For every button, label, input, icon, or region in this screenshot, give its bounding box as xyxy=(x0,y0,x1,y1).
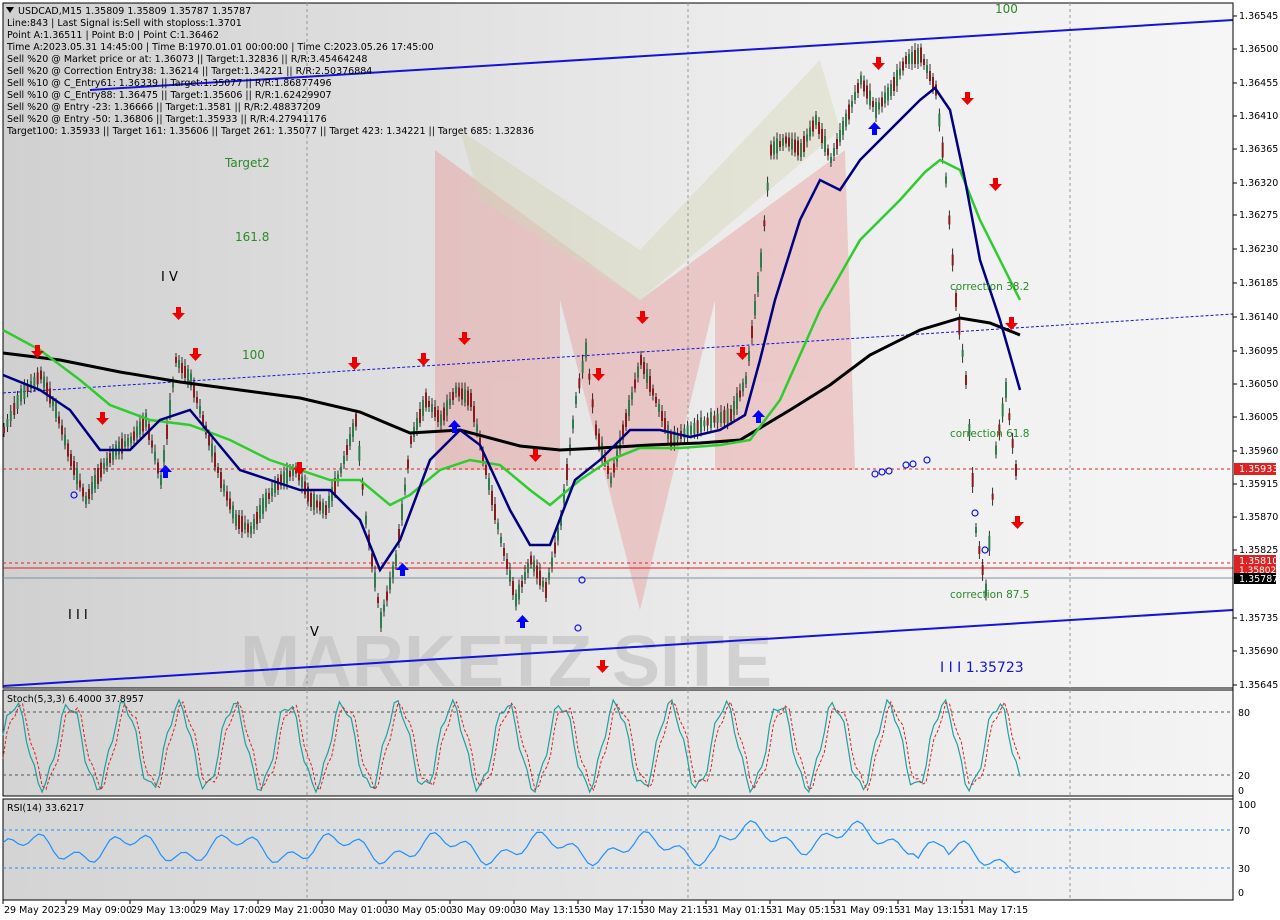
price-tick-label: 1.36545 xyxy=(1239,11,1278,22)
price-tick-label: 1.35645 xyxy=(1239,680,1278,691)
price-tick-label: 1.36050 xyxy=(1239,379,1278,390)
fib-1618-label: 161.8 xyxy=(235,230,269,244)
price-tick-label: 1.36140 xyxy=(1239,312,1278,323)
stoch-label: Stoch(5,3,3) 6.4000 37.8957 xyxy=(7,694,144,705)
time-tick-label: 30 May 13:15 xyxy=(515,905,580,916)
wave-iii-label: I I I xyxy=(68,608,88,623)
price-tick-label: 1.36095 xyxy=(1239,346,1278,357)
time-tick-label: 29 May 17:00 xyxy=(195,905,260,916)
wave-iv-label: I V xyxy=(161,270,178,285)
wave-iii-price-label: I I I 1.35723 xyxy=(940,660,1024,676)
fib-100-top-label: 100 xyxy=(995,2,1018,16)
info-line: Time A:2023.05.31 14:45:00 | Time B:1970… xyxy=(6,42,434,53)
info-line: Target100: 1.35933 || Target 161: 1.3560… xyxy=(6,126,534,137)
price-tick-label: 1.35915 xyxy=(1239,479,1278,490)
price-tick-label: 1.35870 xyxy=(1239,512,1278,523)
price-axis: 1.36545 1.36500 1.36455 1.36410 1.36365 1.363… xyxy=(1232,3,1278,900)
time-tick-label: 30 May 01:00 xyxy=(323,905,388,916)
time-tick-label: 29 May 2023 xyxy=(4,905,66,916)
info-line: Sell %20 @ Correction Entry38: 1.36214 |… xyxy=(7,66,372,77)
time-tick-label: 29 May 13:00 xyxy=(131,905,196,916)
price-tick-label: 1.36275 xyxy=(1239,210,1278,221)
stoch-level-80-label: 80 xyxy=(1238,708,1250,719)
info-line: Sell %20 @ Market price or at: 1.36073 |… xyxy=(7,54,367,65)
stoch-level-20-label: 20 xyxy=(1238,771,1250,782)
price-tick-label: 1.35825 xyxy=(1239,545,1278,556)
info-line: Point A:1.36511 | Point B:0 | Point C:1.… xyxy=(7,30,219,41)
correction-382-label: correction 38.2 xyxy=(950,281,1029,293)
price-tick-label: 1.36230 xyxy=(1239,244,1278,255)
rsi-level-70-label: 70 xyxy=(1238,826,1250,837)
price-tick-label: 1.36410 xyxy=(1239,111,1278,122)
price-tick-label: 1.36500 xyxy=(1239,44,1278,55)
price-tick-label: 1.35690 xyxy=(1239,646,1278,657)
info-line: Sell %10 @ C_Entry61: 1.36339 || Target:… xyxy=(7,78,332,89)
target2-label: Target2 xyxy=(224,156,270,170)
stoch-panel[interactable] xyxy=(2,689,1234,797)
time-tick-label: 31 May 01:15 xyxy=(707,905,772,916)
time-tick-label: 29 May 21:00 xyxy=(259,905,324,916)
time-tick-label: 30 May 17:15 xyxy=(579,905,644,916)
time-axis: 29 May 2023 29 May 09:0029 May 13:0029 Ma… xyxy=(2,900,1028,916)
time-tick-label: 31 May 09:15 xyxy=(835,905,900,916)
info-line: Line:843 | Last Signal is:Sell with stop… xyxy=(7,18,242,29)
fib-100-label: 100 xyxy=(242,348,265,362)
info-line: USDCAD,M15 1.35809 1.35809 1.35787 1.357… xyxy=(18,6,251,17)
price-tick-label: 1.36455 xyxy=(1239,78,1278,89)
time-tick-label: 30 May 21:15 xyxy=(643,905,708,916)
price-tick-label: 1.35960 xyxy=(1239,446,1278,457)
price-tick-label: 1.36005 xyxy=(1239,412,1278,423)
info-line: Sell %20 @ Entry -23: 1.36666 || Target:… xyxy=(7,102,321,113)
rsi-level-0-label: 0 xyxy=(1238,888,1244,899)
rsi-level-30-label: 30 xyxy=(1238,864,1250,875)
price-tick-label: 1.36365 xyxy=(1239,144,1278,155)
time-tick-label: 29 May 09:00 xyxy=(67,905,132,916)
time-tick-label: 30 May 05:00 xyxy=(387,905,452,916)
time-tick-label: 31 May 05:15 xyxy=(771,905,836,916)
stoch-level-0-label: 0 xyxy=(1238,786,1244,797)
badge-current-price-text: 1.35787 xyxy=(1239,574,1278,585)
time-tick-label: 31 May 13:15 xyxy=(899,905,964,916)
rsi-label: RSI(14) 33.6217 xyxy=(7,803,84,814)
rsi-level-100-label: 100 xyxy=(1238,800,1256,811)
time-tick-label: 30 May 09:00 xyxy=(451,905,516,916)
badge-red-level-text: 1.35933 xyxy=(1239,464,1278,475)
info-line: Sell %20 @ Entry -50: 1.36806 || Target:… xyxy=(7,114,327,125)
time-tick-label: 31 May 17:15 xyxy=(963,905,1028,916)
price-tick-label: 1.35735 xyxy=(1239,613,1278,624)
correction-618-label: correction 61.8 xyxy=(950,428,1029,440)
price-tick-label: 1.36185 xyxy=(1239,278,1278,289)
wave-v-label: V xyxy=(310,625,319,640)
price-tick-label: 1.36320 xyxy=(1239,178,1278,189)
correction-875-label: correction 87.5 xyxy=(950,589,1029,601)
info-line: Sell %10 @ C_Entry88: 1.36475 || Target:… xyxy=(7,90,332,101)
trading-chart[interactable]: MARKETZ SITE Target2 161.8 100 100 I V I… xyxy=(0,0,1280,920)
